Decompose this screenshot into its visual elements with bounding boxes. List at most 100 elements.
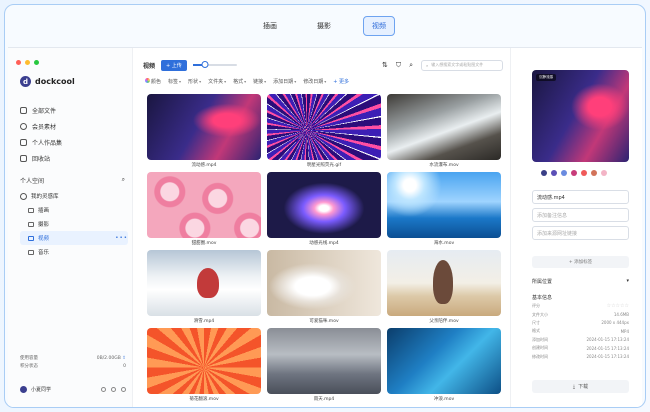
filter-format[interactable]: 格式▾	[233, 78, 246, 85]
filename-input[interactable]: 流动感.mp4	[532, 190, 629, 204]
filter-added-date[interactable]: 添加日期▾	[273, 78, 296, 85]
storage-info: 使用容量 0B/2.00GB ⇪ 积分状态 0	[20, 354, 126, 370]
meta-value: 2000 x 444px	[601, 320, 629, 326]
asset-card[interactable]: 冲浪.mov	[387, 328, 501, 402]
color-swatch[interactable]	[571, 170, 577, 176]
folder-music[interactable]: 音乐	[20, 245, 128, 259]
filter-icon[interactable]: ⛉	[396, 61, 401, 70]
logo-icon: d	[20, 76, 31, 87]
folder-photography[interactable]: 摄影	[20, 217, 128, 231]
sidebar-item-label: 会员素材	[32, 123, 57, 131]
color-swatch[interactable]	[601, 170, 607, 176]
color-swatch[interactable]	[561, 170, 567, 176]
asset-card[interactable]: 雨天.mp4	[267, 328, 381, 402]
asset-card[interactable]: 水流瀑布.mov	[387, 94, 501, 168]
sidebar-item-label: 个人作品集	[32, 139, 63, 147]
asset-thumbnail	[147, 172, 261, 238]
folder-icon	[28, 249, 34, 255]
sort-icon[interactable]: ⇅	[382, 61, 388, 69]
help-icon[interactable]	[121, 387, 126, 392]
folder-label: 视频	[38, 236, 50, 242]
asset-thumbnail	[267, 250, 381, 316]
filter-color[interactable]: 颜色	[145, 78, 161, 85]
add-tag-button[interactable]: + 添加标签	[532, 256, 629, 268]
chevron-down-icon: ▾	[294, 79, 297, 84]
asset-card[interactable]: 海水.mov	[387, 172, 501, 246]
color-swatch[interactable]	[591, 170, 597, 176]
rating-stars[interactable]: ☆☆☆☆☆	[607, 303, 629, 309]
upload-button[interactable]: + 上传	[161, 59, 187, 71]
sidebar-item-member-assets[interactable]: 会员素材	[20, 118, 125, 134]
filter-shape[interactable]: 形状▾	[188, 78, 201, 85]
asset-thumbnail	[267, 328, 381, 394]
filter-label: 形状	[188, 79, 199, 85]
filter-modified-date[interactable]: 修改日期▾	[303, 78, 326, 85]
zoom-slider[interactable]	[192, 61, 237, 68]
search-input[interactable]: ⌕ 输入想搜索文字或粘贴图文件	[421, 59, 503, 71]
filter-more-button[interactable]: + 更多	[333, 78, 349, 85]
user-actions	[101, 387, 126, 392]
zoom-slider-handle[interactable]	[201, 61, 209, 68]
meta-value: 14.6MB	[613, 312, 629, 318]
asset-thumbnail	[267, 172, 381, 238]
maximize-window-button[interactable]	[34, 60, 39, 65]
meta-value: 2024-01-15 17:13:24	[586, 345, 629, 351]
asset-thumbnail	[147, 328, 261, 394]
tab-illustration[interactable]: 插画	[255, 17, 285, 35]
asset-card[interactable]: 甜甜圈.mov	[147, 172, 261, 246]
library-node[interactable]: 我的灵感库	[20, 189, 128, 203]
asset-card[interactable]: 滑雪.mp4	[147, 250, 261, 324]
sidebar-item-all-files[interactable]: 全部文件	[20, 102, 125, 118]
sidebar-item-trash[interactable]: 回收站	[20, 150, 125, 166]
user-profile[interactable]: 小夏同学	[20, 386, 126, 393]
asset-card[interactable]: 菊花翻滚.mov	[147, 328, 261, 402]
filter-label: 修改日期	[303, 79, 324, 85]
note-input[interactable]: 添加备注信息	[532, 208, 629, 222]
search-icon[interactable]: ⌕	[122, 176, 125, 185]
folder-illustration[interactable]: 插画	[20, 203, 128, 217]
bell-icon[interactable]	[101, 387, 106, 392]
portfolio-icon	[20, 138, 27, 146]
upgrade-icon[interactable]: ⇪	[122, 356, 126, 361]
asset-preview[interactable]: 沉静流感	[532, 70, 629, 162]
close-window-button[interactable]	[16, 60, 21, 65]
filter-folder[interactable]: 文件夹▾	[208, 78, 226, 85]
tab-video[interactable]: 视频	[363, 16, 395, 36]
filter-label: 文件夹	[208, 79, 224, 85]
image-search-icon[interactable]: ⌕	[409, 61, 413, 70]
filter-bar: 颜色 标签▾ 形状▾ 文件夹▾ 格式▾ 链接▾ 添加日期▾ 修改日期▾ + 更多	[145, 78, 349, 85]
color-swatch[interactable]	[541, 170, 547, 176]
minimize-window-button[interactable]	[25, 60, 30, 65]
asset-name: 甜甜圈.mov	[191, 241, 217, 246]
brand-name: dockcool	[35, 77, 75, 86]
settings-icon[interactable]	[111, 387, 116, 392]
filter-tag[interactable]: 标签▾	[168, 78, 181, 85]
points-status-label: 积分状态	[20, 364, 38, 369]
asset-card[interactable]: 可爱猫咪.mov	[267, 250, 381, 324]
asset-card[interactable]: 明星光照荧光.gif	[267, 94, 381, 168]
color-swatch[interactable]	[581, 170, 587, 176]
tab-photography[interactable]: 摄影	[309, 17, 339, 35]
asset-name: 海水.mov	[433, 241, 455, 246]
filter-link[interactable]: 链接▾	[253, 78, 266, 85]
folder-location-label: 所属位置	[532, 279, 553, 285]
folder-video[interactable]: 视频 •••	[20, 231, 128, 245]
folder-location-section[interactable]: 所属位置 ▾	[532, 278, 629, 285]
source-url-input[interactable]: 添加来源网址链接	[532, 226, 629, 240]
layers-icon	[20, 106, 27, 114]
asset-thumbnail	[387, 94, 501, 160]
download-icon: ⤓	[572, 383, 576, 390]
sidebar-item-portfolio[interactable]: 个人作品集	[20, 134, 125, 150]
asset-card[interactable]: 流动感.mp4	[147, 94, 261, 168]
app-frame: 插画 摄影 视频 d dockcool 全部文件 会员素材 个人作品集 回收站 …	[4, 4, 646, 408]
meta-label: 评分	[532, 303, 540, 309]
points-status-value: 0	[123, 363, 126, 369]
asset-thumbnail	[387, 328, 501, 394]
asset-card[interactable]: 父亲陪伴.mov	[387, 250, 501, 324]
asset-thumbnail	[147, 250, 261, 316]
more-options-icon[interactable]: •••	[115, 235, 128, 241]
asset-card[interactable]: 动感光线.mp4	[267, 172, 381, 246]
meta-label: 修改时间	[532, 353, 548, 359]
download-button[interactable]: ⤓ 下载	[532, 380, 629, 393]
color-swatch[interactable]	[551, 170, 557, 176]
